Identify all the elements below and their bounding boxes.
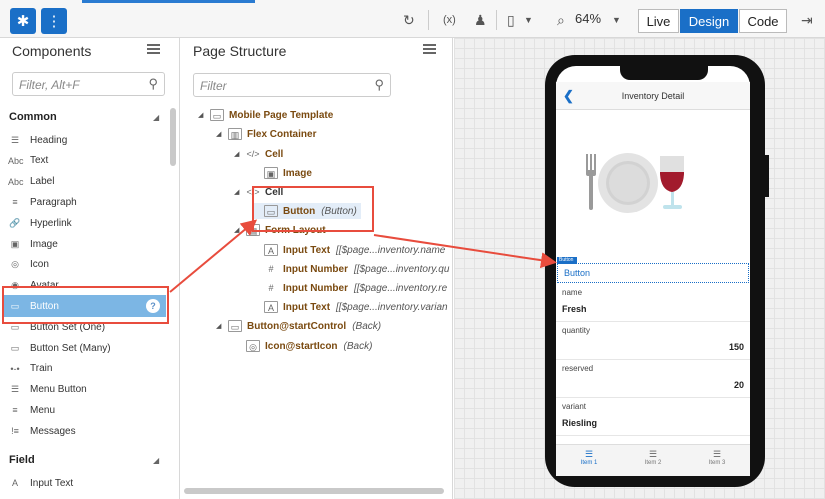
arrow-to-preview (373, 234, 557, 269)
annotation-arrows (169, 219, 557, 293)
arrow-to-structure (169, 219, 258, 293)
